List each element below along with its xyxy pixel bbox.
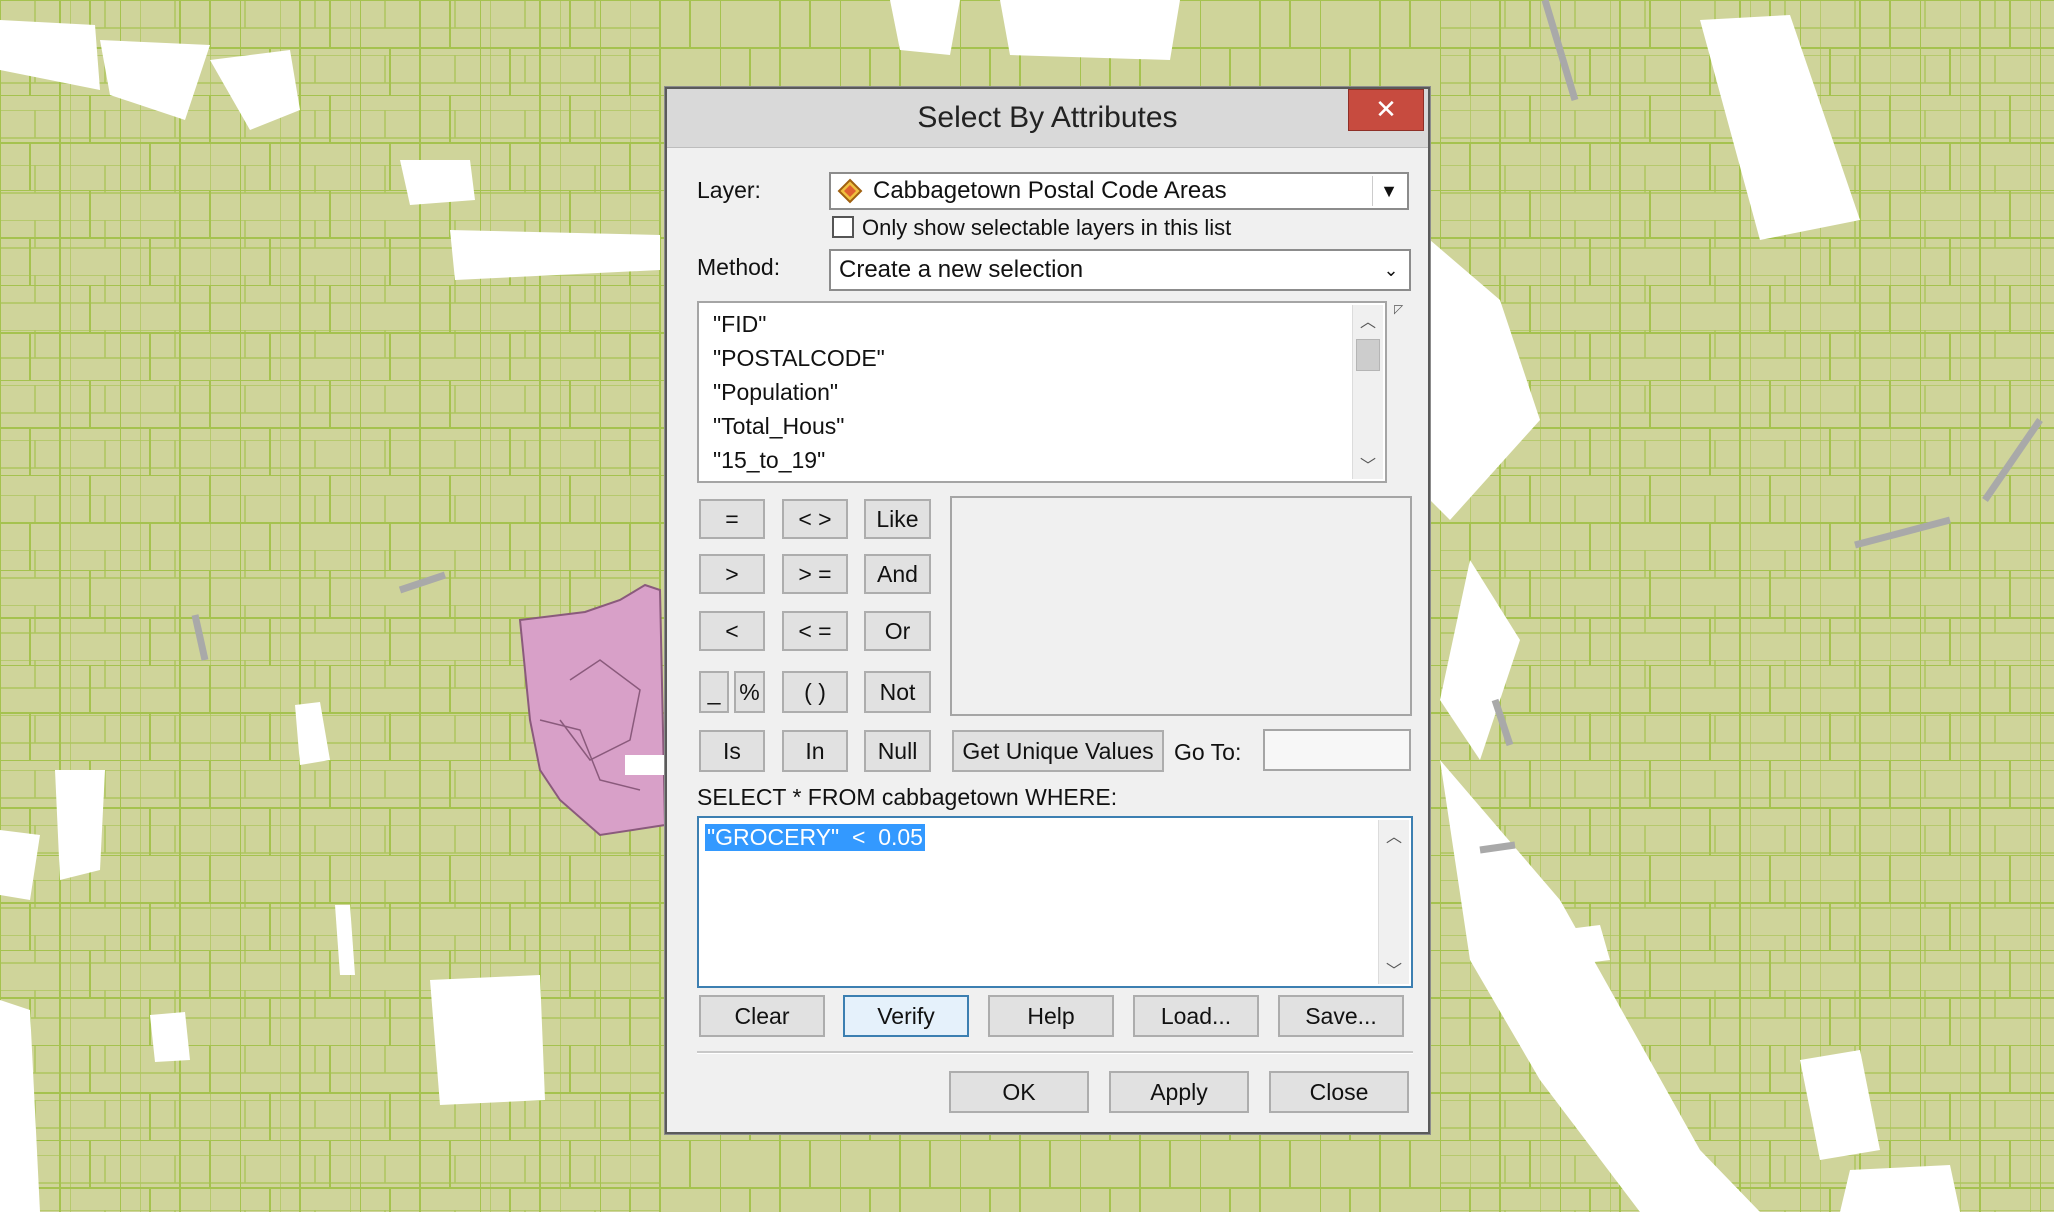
op-and-button[interactable]: And bbox=[864, 554, 931, 594]
method-value: Create a new selection bbox=[839, 256, 1084, 283]
op-parens-button[interactable]: ( ) bbox=[782, 671, 848, 713]
only-selectable-label: Only show selectable layers in this list bbox=[862, 215, 1232, 240]
dialog-title: Select By Attributes bbox=[917, 101, 1178, 134]
scroll-down-icon[interactable]: ﹀ bbox=[1353, 449, 1383, 479]
field-item[interactable]: "FID" bbox=[713, 311, 766, 338]
scroll-thumb[interactable] bbox=[1356, 339, 1380, 371]
fields-list[interactable]: "FID" "POSTALCODE" "Population" "Total_H… bbox=[697, 301, 1387, 483]
apply-button[interactable]: Apply bbox=[1109, 1071, 1249, 1113]
layer-value: Cabbagetown Postal Code Areas bbox=[873, 177, 1227, 204]
goto-input[interactable] bbox=[1263, 729, 1411, 771]
select-by-attributes-dialog: Select By Attributes ✕ Layer: Cabbagetow… bbox=[665, 87, 1430, 1134]
chevron-down-icon[interactable]: ▼ bbox=[1372, 176, 1405, 206]
field-item[interactable]: "15_to_19" bbox=[713, 447, 825, 474]
goto-label: Go To: bbox=[1174, 739, 1242, 765]
method-label: Method: bbox=[697, 254, 781, 280]
op-greater-equal-button[interactable]: > = bbox=[782, 554, 848, 594]
polygon-layer-icon bbox=[837, 178, 863, 204]
op-less-button[interactable]: < bbox=[699, 611, 765, 651]
ok-button[interactable]: OK bbox=[949, 1071, 1089, 1113]
fields-scrollbar[interactable]: ︿ ﹀ bbox=[1352, 305, 1383, 479]
close-button[interactable]: Close bbox=[1269, 1071, 1409, 1113]
op-not-equal-button[interactable]: < > bbox=[782, 499, 848, 539]
layer-label: Layer: bbox=[697, 177, 761, 203]
help-button[interactable]: Help bbox=[988, 995, 1114, 1037]
op-equals-button[interactable]: = bbox=[699, 499, 765, 539]
field-item[interactable]: "POSTALCODE" bbox=[713, 345, 885, 372]
op-underscore-button[interactable]: _ bbox=[699, 671, 729, 713]
only-selectable-checkbox[interactable] bbox=[832, 216, 854, 238]
close-icon[interactable]: ✕ bbox=[1348, 89, 1424, 131]
field-item[interactable]: "Population" bbox=[713, 379, 838, 406]
verify-button[interactable]: Verify bbox=[843, 995, 969, 1037]
load-button[interactable]: Load... bbox=[1133, 995, 1259, 1037]
sql-expression-textarea[interactable]: "GROCERY" < 0.05 ︿ ﹀ bbox=[697, 816, 1413, 988]
unique-values-list[interactable] bbox=[950, 496, 1412, 716]
clear-button[interactable]: Clear bbox=[699, 995, 825, 1037]
resize-corner-icon[interactable]: ◸ bbox=[1394, 302, 1403, 316]
title-bar[interactable]: Select By Attributes ✕ bbox=[667, 89, 1428, 148]
op-less-equal-button[interactable]: < = bbox=[782, 611, 848, 651]
op-in-button[interactable]: In bbox=[782, 730, 848, 772]
layer-dropdown[interactable]: Cabbagetown Postal Code Areas ▼ bbox=[829, 172, 1409, 210]
op-null-button[interactable]: Null bbox=[864, 730, 931, 772]
get-unique-values-button[interactable]: Get Unique Values bbox=[952, 730, 1164, 772]
method-dropdown[interactable]: Create a new selection ⌄ bbox=[829, 249, 1411, 291]
save-button[interactable]: Save... bbox=[1278, 995, 1404, 1037]
op-like-button[interactable]: Like bbox=[864, 499, 931, 539]
sql-prefix-label: SELECT * FROM cabbagetown WHERE: bbox=[697, 784, 1118, 810]
sql-scrollbar[interactable]: ︿ ﹀ bbox=[1378, 820, 1409, 984]
scroll-up-icon[interactable]: ︿ bbox=[1379, 820, 1409, 850]
op-not-button[interactable]: Not bbox=[864, 671, 931, 713]
op-greater-button[interactable]: > bbox=[699, 554, 765, 594]
op-is-button[interactable]: Is bbox=[699, 730, 765, 772]
divider bbox=[697, 1051, 1413, 1054]
sql-expression-text[interactable]: "GROCERY" < 0.05 bbox=[705, 824, 925, 851]
op-percent-button[interactable]: % bbox=[734, 671, 765, 713]
chevron-down-icon[interactable]: ⌄ bbox=[1375, 253, 1407, 287]
scroll-down-icon[interactable]: ﹀ bbox=[1379, 954, 1409, 984]
op-or-button[interactable]: Or bbox=[864, 611, 931, 651]
field-item[interactable]: "Total_Hous" bbox=[713, 413, 844, 440]
scroll-up-icon[interactable]: ︿ bbox=[1353, 305, 1383, 335]
